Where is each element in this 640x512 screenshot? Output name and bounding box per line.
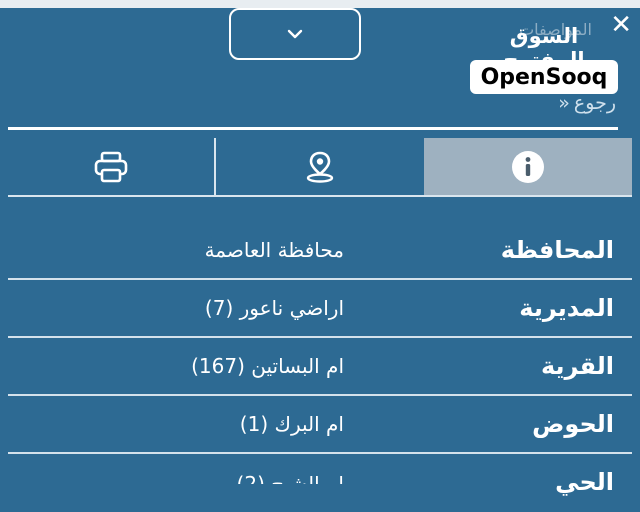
detail-value: ام الشيح (2)	[236, 472, 344, 496]
detail-row-basin: الحوض ام البرك (1)	[8, 396, 632, 454]
detail-label: المحافظة	[500, 236, 614, 264]
top-strip	[0, 0, 640, 8]
collapse-button[interactable]	[229, 8, 361, 60]
detail-value: محافظة العاصمة	[204, 238, 344, 262]
header-divider	[8, 127, 618, 130]
detail-row-village: القرية ام البساتين (167)	[8, 338, 632, 396]
detail-label: القرية	[540, 352, 614, 380]
detail-label: الحوض	[532, 410, 614, 438]
chevron-down-icon	[287, 29, 303, 39]
tab-info[interactable]	[423, 138, 632, 195]
brand-logo: OpenSooq	[470, 60, 618, 94]
detail-value: اراضي ناعور (7)	[204, 296, 344, 320]
detail-row-directorate: المديرية اراضي ناعور (7)	[8, 280, 632, 338]
details-list: المحافظة محافظة العاصمة المديرية اراضي ن…	[0, 222, 640, 512]
printer-icon	[94, 151, 128, 182]
back-label: رجوع	[573, 92, 616, 114]
detail-value: ام البرك (1)	[239, 412, 344, 436]
double-chevron-left-icon: «	[558, 92, 570, 114]
detail-label: المديرية	[519, 294, 614, 322]
detail-label: الحي	[555, 468, 614, 496]
tab-print[interactable]	[8, 138, 214, 195]
back-link[interactable]: رجوع «	[558, 92, 616, 114]
detail-row-governorate: المحافظة محافظة العاصمة	[8, 222, 632, 280]
map-pin-icon	[306, 151, 334, 183]
detail-row-neighborhood: الحي ام الشيح (2)	[8, 454, 632, 512]
tab-bar-divider	[8, 195, 632, 197]
info-icon	[511, 150, 544, 183]
tab-bar	[8, 138, 632, 195]
detail-value: ام البساتين (167)	[191, 354, 344, 378]
tab-location[interactable]	[214, 138, 423, 195]
